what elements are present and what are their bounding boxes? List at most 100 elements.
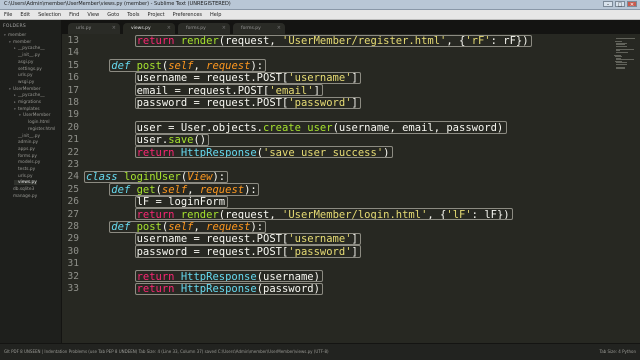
- tab-views-py[interactable]: views.py ×: [123, 23, 175, 34]
- menu-view[interactable]: View: [83, 12, 103, 18]
- line-outline: [134, 34, 533, 47]
- sidebar-item[interactable]: settings.py: [14, 67, 42, 72]
- window-controls: – □ ✕: [603, 1, 637, 8]
- sidebar-item[interactable]: urls.py: [14, 174, 33, 179]
- minimize-button[interactable]: –: [603, 1, 613, 8]
- sidebar-item-label: member: [13, 39, 32, 45]
- menu-file[interactable]: File: [0, 12, 16, 18]
- line-outline: [134, 232, 362, 246]
- line-outline: [134, 146, 393, 159]
- sidebar-item[interactable]: __init__.py: [14, 53, 40, 58]
- sidebar-item-label: admin.py: [18, 140, 39, 146]
- code-editor[interactable]: 13 14 15 16 17 18 19 20 21 22 23 24 25 26 27 28 29 30 31 32…: [62, 34, 640, 343]
- line-number: 27: [67, 208, 79, 220]
- line-number: 29: [67, 233, 79, 245]
- menu-selection[interactable]: Selection: [34, 12, 65, 18]
- line-number: 18: [67, 97, 79, 108]
- sidebar-item-label: templates: [18, 106, 40, 112]
- sidebar-item[interactable]: asgi.py: [14, 60, 33, 65]
- title-bar: C:\Users\Admin\member\UserMember\views.p…: [0, 0, 640, 10]
- close-tab-icon[interactable]: ×: [277, 25, 281, 31]
- tab-urls-py[interactable]: urls.py ×: [68, 23, 120, 34]
- window-title: C:\Users\Admin\member\UserMember\views.p…: [4, 1, 231, 7]
- tab-forms-py[interactable]: forms.py ×: [178, 23, 230, 34]
- line-number: 17: [67, 84, 79, 96]
- close-tab-icon[interactable]: ×: [167, 25, 171, 31]
- sidebar-item-label: wsgi.py: [18, 79, 35, 85]
- menu-tools[interactable]: Tools: [123, 12, 143, 18]
- sidebar: FOLDERS ▾ member ▾ member ▸ __pycache__ __init…: [0, 20, 62, 343]
- sidebar-item[interactable]: ▸ migrations: [14, 100, 41, 105]
- sidebar-item[interactable]: ▾ member: [9, 40, 31, 45]
- sidebar-item-label: urls.py: [18, 173, 33, 179]
- close-tab-icon[interactable]: ×: [222, 25, 226, 31]
- sidebar-item[interactable]: ▾ UserMember: [19, 113, 50, 118]
- sidebar-item[interactable]: urls.py: [14, 73, 33, 78]
- sidebar-item-label: asgi.py: [18, 59, 34, 65]
- menu-preferences[interactable]: Preferences: [169, 12, 206, 18]
- line-number: 25: [67, 183, 79, 195]
- line-number: 31: [67, 258, 79, 270]
- sidebar-item-label: settings.py: [18, 66, 42, 72]
- sidebar-item[interactable]: ▾ templates: [14, 107, 40, 112]
- sidebar-item[interactable]: views.py: [14, 180, 37, 186]
- menu-help[interactable]: Help: [206, 12, 225, 18]
- minimap-line: [616, 63, 627, 65]
- line-outline: [109, 220, 266, 233]
- sidebar-item[interactable]: db.sqlite3: [9, 187, 34, 192]
- line-outline: [134, 282, 323, 295]
- line-outline: [134, 270, 323, 283]
- menu-edit[interactable]: Edit: [16, 12, 34, 18]
- line-number: 13: [67, 35, 79, 46]
- maximize-button[interactable]: □: [615, 1, 625, 8]
- minimap-line: [616, 38, 635, 39]
- line-outline: [134, 245, 362, 258]
- line-number: 22: [67, 146, 79, 158]
- menu-bar: File Edit Selection Find View Goto Tools Projec…: [0, 10, 640, 20]
- sidebar-item-label: __init__.py: [18, 53, 41, 59]
- sidebar-item[interactable]: register.html: [24, 127, 55, 132]
- sidebar-item[interactable]: ▸ __pycache__: [14, 46, 45, 51]
- menu-find[interactable]: Find: [65, 12, 83, 18]
- sidebar-item-label: __init__.py: [18, 133, 41, 139]
- tab-label: forms.py: [186, 26, 206, 31]
- sidebar-item[interactable]: ▾ UserMember: [9, 87, 40, 92]
- minimap-line: [616, 45, 627, 47]
- sidebar-item-label: __pycache__: [18, 46, 45, 52]
- line-outline: [84, 170, 228, 184]
- sidebar-item[interactable]: __init__.py: [14, 134, 40, 139]
- sidebar-item[interactable]: ▾ member: [4, 33, 26, 38]
- menu-goto[interactable]: Goto: [103, 12, 123, 18]
- line-outline: [134, 195, 228, 209]
- sidebar-item[interactable]: apps.py: [14, 147, 35, 152]
- sidebar-item[interactable]: tests.py: [14, 167, 35, 172]
- close-button[interactable]: ✕: [627, 1, 637, 8]
- line-number: 21: [67, 134, 79, 146]
- sidebar-item[interactable]: models.py: [14, 160, 40, 165]
- minimap[interactable]: [614, 38, 638, 70]
- sidebar-item-label: apps.py: [18, 146, 35, 152]
- sidebar-title: FOLDERS: [3, 24, 27, 29]
- line-number: 14: [67, 47, 79, 59]
- editor-window: C:\Users\Admin\member\UserMember\views.p…: [0, 0, 640, 360]
- sidebar-item[interactable]: forms.py: [14, 154, 37, 159]
- tab-forms-py[interactable]: forms.py ×: [233, 23, 285, 34]
- sidebar-item-label: UserMember: [13, 86, 41, 92]
- sidebar-item-label: UserMember: [23, 113, 51, 119]
- tab-label: forms.py: [241, 26, 261, 31]
- sidebar-item[interactable]: login.html: [24, 120, 50, 125]
- close-tab-icon[interactable]: ×: [112, 25, 116, 31]
- sidebar-item[interactable]: ▸ __pycache__: [14, 93, 45, 98]
- menu-project[interactable]: Project: [144, 12, 169, 18]
- sidebar-item[interactable]: wsgi.py: [14, 80, 34, 85]
- sidebar-item[interactable]: manage.py: [9, 194, 37, 199]
- line-number: 30: [67, 245, 79, 257]
- sidebar-item[interactable]: admin.py: [14, 140, 38, 145]
- sidebar-item-label: models.py: [18, 160, 41, 166]
- line-number: 33: [67, 283, 79, 294]
